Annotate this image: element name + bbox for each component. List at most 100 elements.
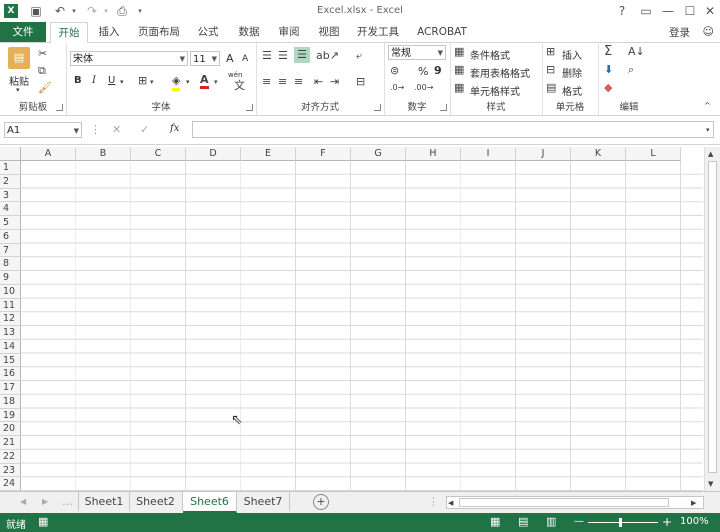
scroll-down-icon[interactable]: ▼ [708, 477, 713, 491]
column-header[interactable]: E [241, 147, 296, 161]
row-header[interactable]: 18 [0, 394, 21, 409]
row-header[interactable]: 17 [0, 381, 21, 395]
cell-styles-button[interactable]: 单元格样式 [470, 83, 520, 98]
maximize-button[interactable]: ☐ [680, 2, 700, 20]
tab-acrobat[interactable]: ACROBAT [412, 22, 472, 42]
tab-data[interactable]: 数据 [232, 22, 266, 42]
zoom-level[interactable]: 100% [680, 516, 709, 527]
collapse-ribbon-icon[interactable]: ^ [704, 99, 711, 113]
tab-page-layout[interactable]: 页面布局 [134, 22, 184, 42]
scroll-left-icon[interactable]: ◀ [448, 496, 453, 510]
column-header[interactable]: K [571, 147, 626, 161]
autosum-icon[interactable]: Σ [604, 45, 612, 59]
select-all-button[interactable] [0, 147, 21, 161]
middle-align-icon[interactable]: ☰ [278, 49, 288, 63]
underline-dropdown-icon[interactable]: ▾ [120, 75, 124, 89]
tab-view[interactable]: 视图 [312, 22, 346, 42]
row-header[interactable]: 14 [0, 339, 21, 354]
wrap-text-icon[interactable]: ⤶ [356, 49, 362, 63]
insert-cells-button[interactable]: 插入 [562, 47, 582, 62]
fill-color-icon[interactable]: ◈ [172, 74, 181, 91]
font-size-select[interactable]: 11 ▼ [190, 51, 220, 66]
insert-cells-icon[interactable]: ⊞ [546, 45, 555, 59]
zoom-slider-thumb[interactable] [619, 518, 622, 527]
column-header[interactable]: B [76, 147, 131, 161]
orientation-icon[interactable]: ab↗ [316, 49, 339, 63]
new-sheet-icon[interactable]: + [313, 494, 329, 510]
name-box[interactable]: A1 ▼ [4, 122, 82, 138]
paste-dropdown-icon[interactable]: ▾ [16, 83, 20, 97]
macro-record-icon[interactable]: ▦ [38, 515, 48, 529]
page-break-view-icon[interactable]: ▥ [546, 515, 556, 529]
format-cells-button[interactable]: 格式 [562, 83, 582, 98]
vertical-scroll-thumb[interactable] [708, 161, 717, 473]
row-header[interactable]: 11 [0, 298, 21, 313]
borders-dropdown-icon[interactable]: ▾ [150, 75, 154, 89]
confirm-entry-icon[interactable]: ✓ [140, 123, 149, 137]
cut-icon[interactable]: ✂ [38, 47, 47, 61]
tab-home[interactable]: 开始 [50, 22, 88, 44]
format-cells-icon[interactable]: ▤ [546, 81, 556, 95]
row-header[interactable]: 23 [0, 463, 21, 478]
cell-grid[interactable] [21, 161, 703, 491]
row-header[interactable]: 9 [0, 271, 21, 285]
percent-button[interactable]: % [418, 65, 428, 78]
sheet-tab-sheet7[interactable]: Sheet7 [237, 492, 290, 511]
tab-developer[interactable]: 开发工具 [352, 22, 404, 42]
delete-cells-button[interactable]: 删除 [562, 65, 582, 80]
ribbon-display-options-button[interactable]: ▭ [636, 2, 656, 20]
format-as-table-button[interactable]: 套用表格格式 [470, 65, 530, 80]
horizontal-scroll-thumb[interactable] [459, 498, 669, 507]
font-color-icon[interactable]: A [200, 73, 209, 89]
grow-font-button[interactable]: A [226, 52, 234, 65]
zoom-slider[interactable] [588, 522, 658, 523]
row-header[interactable]: 12 [0, 312, 21, 326]
row-header[interactable]: 16 [0, 367, 21, 381]
paste-icon[interactable]: ▤ [8, 47, 30, 69]
row-header[interactable]: 10 [0, 284, 21, 299]
phonetic-button[interactable]: wén [228, 71, 242, 79]
fill-color-dropdown-icon[interactable]: ▾ [186, 75, 190, 89]
column-header[interactable]: I [461, 147, 516, 161]
column-header[interactable]: G [351, 147, 406, 161]
scroll-tabs-right-icon[interactable]: ▶ [42, 495, 48, 509]
align-left-icon[interactable]: ≡ [262, 75, 271, 89]
align-right-icon[interactable]: ≡ [294, 75, 303, 89]
alignment-launcher-icon[interactable] [374, 104, 381, 111]
sign-in-link[interactable]: 登录 [669, 25, 690, 40]
row-header[interactable]: 2 [0, 174, 21, 189]
column-header[interactable]: J [516, 147, 571, 161]
scroll-up-icon[interactable]: ▲ [708, 147, 713, 161]
underline-button[interactable]: U [108, 75, 115, 86]
column-header[interactable]: F [296, 147, 351, 161]
row-header[interactable]: 13 [0, 326, 21, 340]
format-painter-icon[interactable]: 🖌 [38, 81, 52, 95]
merge-center-icon[interactable]: ⊟ [356, 75, 365, 89]
scroll-tabs-left-icon[interactable]: ◀ [20, 495, 26, 509]
row-header[interactable]: 4 [0, 202, 21, 216]
row-header[interactable]: 15 [0, 353, 21, 368]
clipboard-launcher-icon[interactable] [56, 104, 63, 111]
row-header[interactable]: 5 [0, 216, 21, 230]
number-launcher-icon[interactable] [440, 104, 447, 111]
row-header[interactable]: 21 [0, 436, 21, 450]
column-header[interactable]: H [406, 147, 461, 161]
sheet-tab-sheet1[interactable]: Sheet1 [78, 492, 130, 511]
shrink-font-button[interactable]: A [242, 54, 248, 64]
conditional-format-icon[interactable]: ▦ [454, 45, 464, 59]
help-button[interactable]: ? [612, 2, 632, 20]
row-header[interactable]: 3 [0, 188, 21, 203]
row-header[interactable]: 6 [0, 229, 21, 244]
row-header[interactable]: 24 [0, 477, 21, 491]
column-header[interactable]: A [21, 147, 76, 161]
page-layout-view-icon[interactable]: ▤ [518, 515, 528, 529]
close-button[interactable]: ✕ [700, 2, 720, 20]
italic-button[interactable]: I [92, 75, 96, 86]
row-header[interactable]: 20 [0, 422, 21, 436]
tab-insert[interactable]: 插入 [92, 22, 126, 42]
accounting-format-icon[interactable]: ⊜ [390, 64, 399, 78]
cell-styles-icon[interactable]: ▦ [454, 81, 464, 95]
bottom-align-icon[interactable]: ☰ [294, 47, 310, 63]
sort-filter-icon[interactable]: A↓ [628, 45, 645, 59]
row-header[interactable]: 1 [0, 161, 21, 175]
